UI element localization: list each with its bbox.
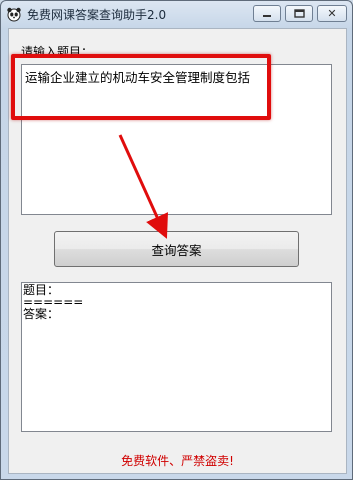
query-answer-button-label: 查询答案 — [151, 242, 202, 258]
arrow-annotation — [118, 134, 168, 239]
close-button[interactable]: ✕ — [317, 5, 347, 22]
window-title: 免费网课答案查询助手2.0 — [27, 8, 167, 22]
minimize-button[interactable] — [253, 5, 281, 22]
title-bar[interactable]: 免费网课答案查询助手2.0 ✕ — [1, 1, 352, 27]
close-icon: ✕ — [327, 7, 337, 20]
maximize-button[interactable] — [285, 5, 313, 22]
answer-output[interactable]: 题目： ====== 答案： — [21, 282, 332, 432]
panda-icon — [7, 7, 21, 22]
minimize-icon — [263, 14, 271, 17]
answer-line-answer: 答案： — [23, 307, 60, 321]
maximize-icon — [293, 9, 305, 18]
highlight-box-annotation — [11, 54, 271, 120]
footer-warning: 免费软件、严禁盗卖! — [121, 454, 234, 468]
answer-line-separator: ====== — [23, 295, 84, 309]
